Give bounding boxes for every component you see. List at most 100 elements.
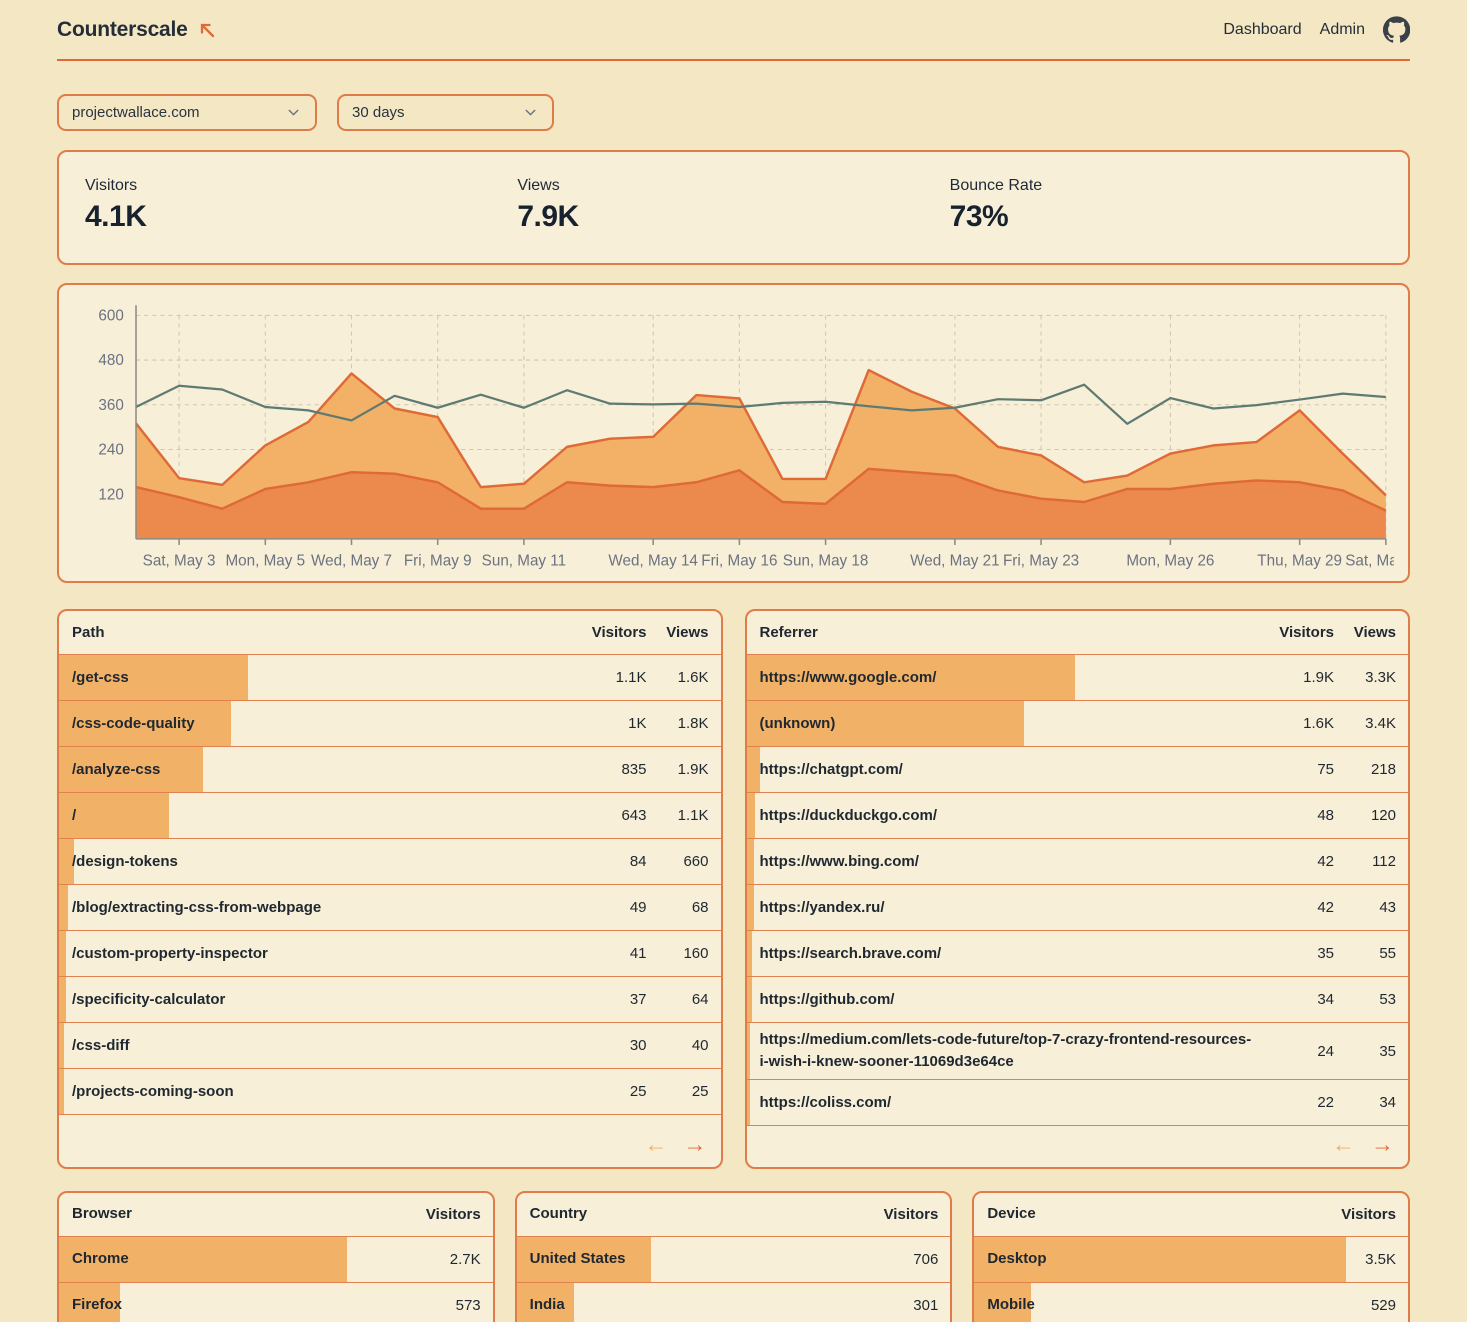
table-row[interactable]: https://www.google.com/1.9K3.3K <box>747 655 1409 701</box>
row-label: (unknown) <box>760 713 1265 735</box>
table-row[interactable]: https://search.brave.com/3555 <box>747 931 1409 977</box>
table-row[interactable]: /specificity-calculator3764 <box>59 977 721 1023</box>
table-row[interactable]: https://medium.com/lets-code-future/top-… <box>747 1023 1409 1080</box>
table-row[interactable]: (unknown)1.6K3.4K <box>747 701 1409 747</box>
column-header: Country <box>530 1203 869 1225</box>
row-label: https://www.bing.com/ <box>760 851 1265 873</box>
svg-text:Fri, May 23: Fri, May 23 <box>1003 552 1079 569</box>
traffic-chart: 120240360480600Sat, May 3Mon, May 5Wed, … <box>73 293 1394 573</box>
logo[interactable]: Counterscale <box>57 18 219 42</box>
prev-page-button[interactable]: ← <box>645 1131 668 1159</box>
row-visitors: 42 <box>1264 853 1334 870</box>
table-row[interactable]: Mobile529 <box>974 1283 1408 1322</box>
svg-text:Fri, May 16: Fri, May 16 <box>701 552 777 569</box>
row-bar <box>747 839 754 884</box>
country-table-header: CountryVisitors <box>517 1193 951 1237</box>
nav-admin[interactable]: Admin <box>1320 21 1365 39</box>
row-views: 120 <box>1334 807 1396 824</box>
stat-bounce-rate: Bounce Rate 73% <box>950 177 1382 234</box>
svg-text:Thu, May 29: Thu, May 29 <box>1257 552 1342 569</box>
site-selector[interactable]: projectwallace.com <box>57 94 317 131</box>
row-visitors: 75 <box>1264 761 1334 778</box>
stat-value: 73% <box>950 200 1382 234</box>
column-header: Visitors <box>577 624 647 641</box>
row-visitors: 1.1K <box>577 669 647 686</box>
table-row[interactable]: /css-code-quality1K1.8K <box>59 701 721 747</box>
row-label: https://github.com/ <box>760 989 1265 1011</box>
table-row[interactable]: https://www.bing.com/42112 <box>747 839 1409 885</box>
row-views: 1.1K <box>647 807 709 824</box>
row-views: 25 <box>647 1083 709 1100</box>
table-row[interactable]: https://github.com/3453 <box>747 977 1409 1023</box>
table-row[interactable]: /css-diff3040 <box>59 1023 721 1069</box>
column-header: Browser <box>72 1203 411 1225</box>
table-row[interactable]: https://chatgpt.com/75218 <box>747 747 1409 793</box>
column-header: Visitors <box>411 1206 481 1223</box>
row-visitors: 2.7K <box>411 1251 481 1268</box>
row-views: 660 <box>647 853 709 870</box>
chevron-down-icon <box>285 104 302 121</box>
row-visitors: 42 <box>1264 899 1334 916</box>
table-row[interactable]: /blog/extracting-css-from-webpage4968 <box>59 885 721 931</box>
country-table-card: CountryVisitorsUnited States706India301S… <box>515 1191 953 1322</box>
header: Counterscale Dashboard Admin <box>57 0 1410 61</box>
row-visitors: 24 <box>1264 1043 1334 1060</box>
row-views: 1.6K <box>647 669 709 686</box>
row-visitors: 22 <box>1264 1094 1334 1111</box>
breakdown-row: BrowserVisitorsChrome2.7KFirefox573Edge2… <box>57 1191 1410 1322</box>
row-bar <box>747 885 754 930</box>
row-label: /css-code-quality <box>72 713 577 735</box>
table-row[interactable]: Chrome2.7K <box>59 1237 493 1283</box>
table-row[interactable]: https://yandex.ru/4243 <box>747 885 1409 931</box>
row-bar <box>747 1080 751 1125</box>
svg-text:Mon, May 26: Mon, May 26 <box>1126 552 1214 569</box>
next-page-button[interactable]: → <box>1371 1131 1394 1159</box>
row-visitors: 301 <box>868 1297 938 1314</box>
row-visitors: 84 <box>577 853 647 870</box>
row-views: 53 <box>1334 991 1396 1008</box>
row-label: /projects-coming-soon <box>72 1081 577 1103</box>
svg-text:120: 120 <box>98 486 123 503</box>
nav-dashboard[interactable]: Dashboard <box>1223 21 1301 39</box>
svg-text:Sun, May 11: Sun, May 11 <box>482 552 566 569</box>
row-label: Firefox <box>72 1294 411 1316</box>
table-row[interactable]: India301 <box>517 1283 951 1322</box>
github-icon[interactable] <box>1383 16 1410 43</box>
column-header: Referrer <box>760 622 1265 644</box>
row-label: Desktop <box>987 1248 1326 1270</box>
row-visitors: 1K <box>577 715 647 732</box>
traffic-chart-card: 120240360480600Sat, May 3Mon, May 5Wed, … <box>57 283 1410 583</box>
row-label: https://search.brave.com/ <box>760 943 1265 965</box>
row-label: /analyze-css <box>72 759 577 781</box>
stat-label: Views <box>517 177 949 195</box>
table-row[interactable]: /analyze-css8351.9K <box>59 747 721 793</box>
table-row[interactable]: /custom-property-inspector41160 <box>59 931 721 977</box>
row-label: /custom-property-inspector <box>72 943 577 965</box>
prev-page-button[interactable]: ← <box>1332 1131 1355 1159</box>
table-row[interactable]: https://duckduckgo.com/48120 <box>747 793 1409 839</box>
next-page-button[interactable]: → <box>684 1131 707 1159</box>
device-table-card: DeviceVisitorsDesktop3.5KMobile529Tablet… <box>972 1191 1410 1322</box>
table-row[interactable]: Desktop3.5K <box>974 1237 1408 1283</box>
row-bar <box>59 885 68 930</box>
svg-text:Wed, May 7: Wed, May 7 <box>311 552 392 569</box>
table-row[interactable]: United States706 <box>517 1237 951 1283</box>
svg-text:Wed, May 21: Wed, May 21 <box>910 552 999 569</box>
row-views: 55 <box>1334 945 1396 962</box>
chevron-down-icon <box>522 104 539 121</box>
row-label: United States <box>530 1248 869 1270</box>
table-row[interactable]: https://coliss.com/2234 <box>747 1080 1409 1126</box>
table-row[interactable]: /get-css1.1K1.6K <box>59 655 721 701</box>
stat-value: 4.1K <box>85 200 517 234</box>
row-visitors: 3.5K <box>1326 1251 1396 1268</box>
browser-table-header: BrowserVisitors <box>59 1193 493 1237</box>
row-label: /design-tokens <box>72 851 577 873</box>
stat-label: Bounce Rate <box>950 177 1382 195</box>
table-row[interactable]: Firefox573 <box>59 1283 493 1322</box>
row-bar <box>59 977 66 1022</box>
table-row[interactable]: /6431.1K <box>59 793 721 839</box>
logo-text: Counterscale <box>57 18 188 42</box>
table-row[interactable]: /design-tokens84660 <box>59 839 721 885</box>
table-row[interactable]: /projects-coming-soon2525 <box>59 1069 721 1115</box>
date-range-selector[interactable]: 30 days <box>337 94 554 131</box>
